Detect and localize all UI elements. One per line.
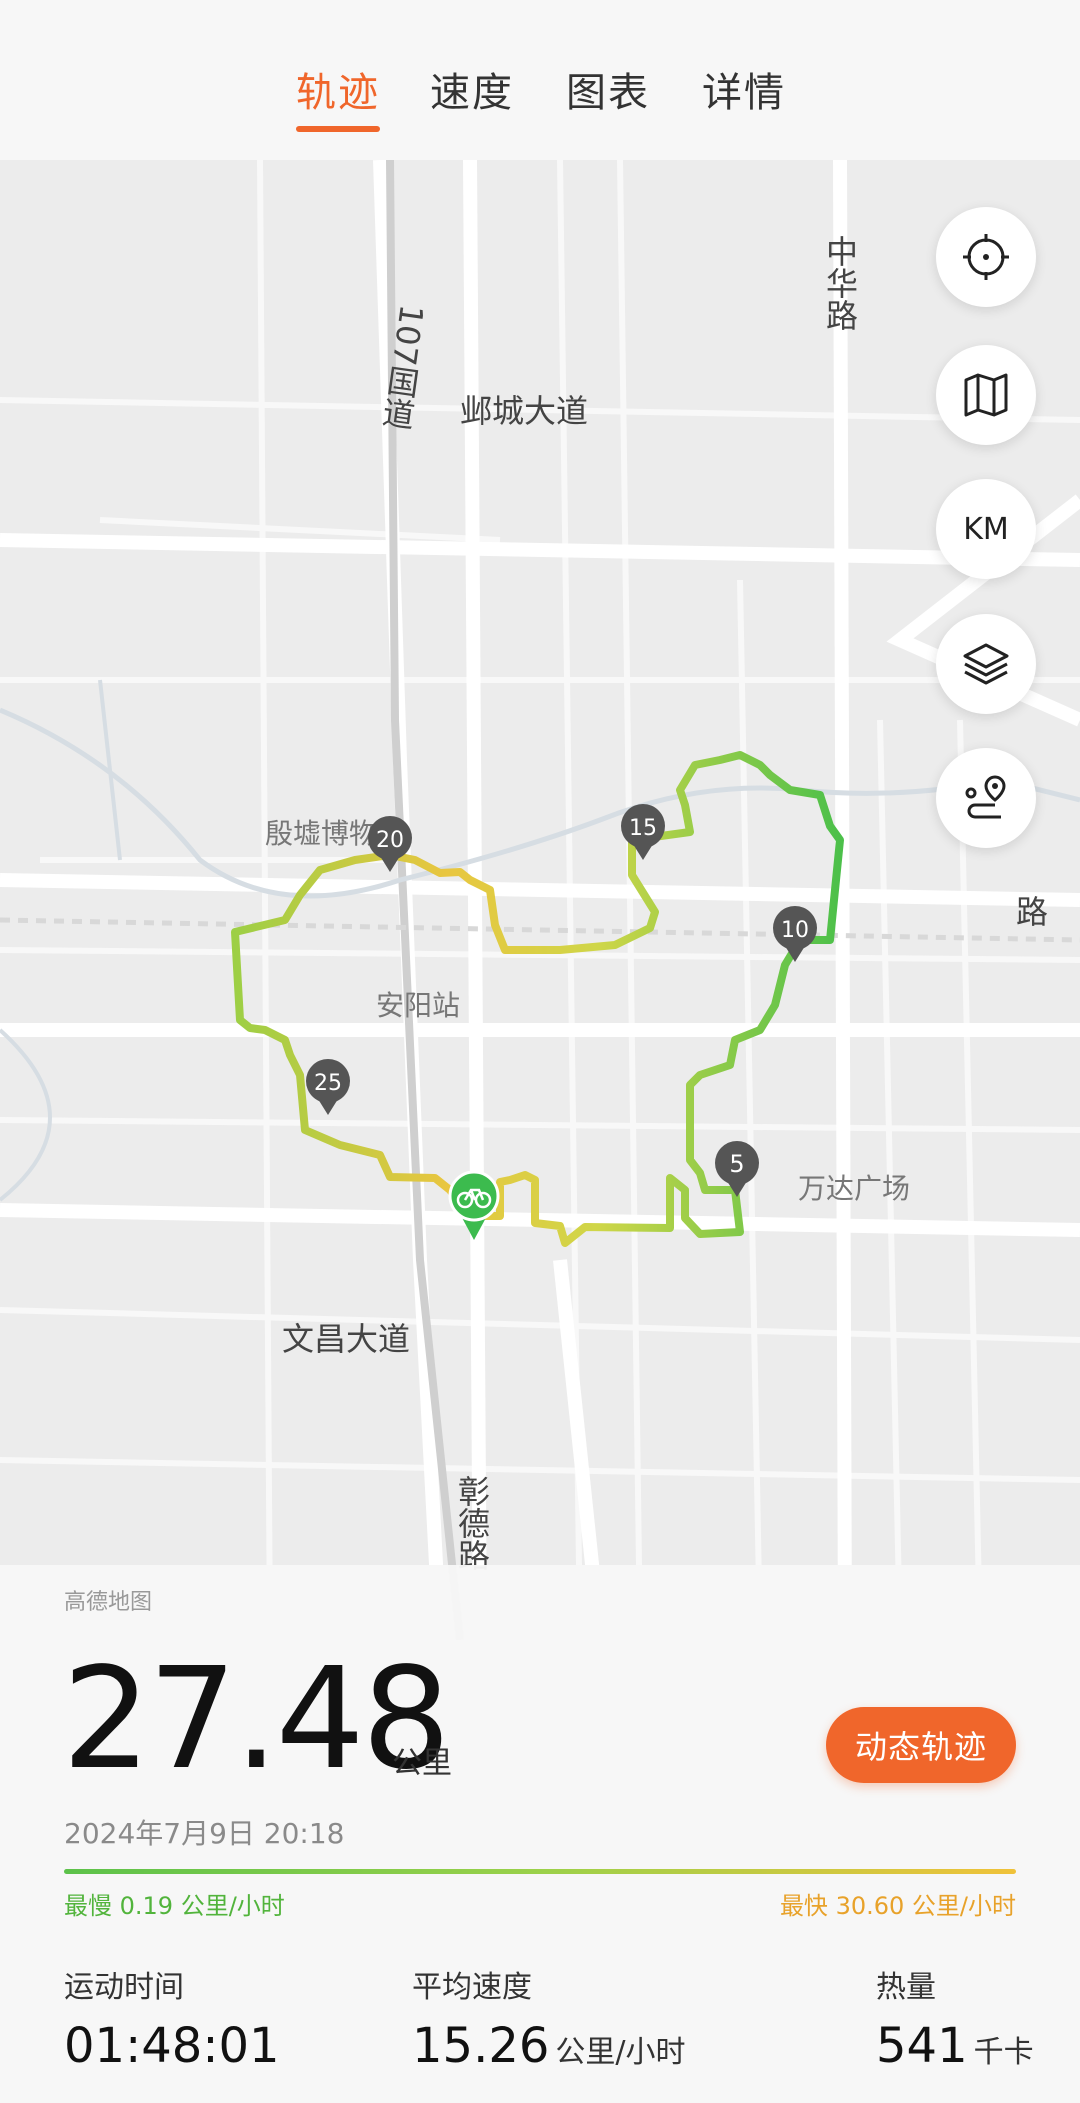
river	[0, 707, 1080, 899]
km-toggle-button[interactable]: KM	[936, 479, 1036, 579]
km-marker-label: 25	[314, 1071, 342, 1096]
avg-speed-number: 15.26	[412, 2018, 550, 2074]
road-label-wenchang: 文昌大道	[282, 1320, 410, 1358]
main-roads	[0, 160, 1080, 1640]
dynamic-track-button[interactable]: 动态轨迹	[826, 1707, 1016, 1783]
map-credit: 高德地图	[64, 1590, 153, 1615]
tab-bar: 轨迹 速度 图表 详情	[0, 0, 1080, 160]
calories-number: 541	[876, 2018, 968, 2074]
distance-unit: 公里	[392, 1746, 452, 1781]
locate-button[interactable]	[936, 207, 1036, 307]
map-icon	[964, 373, 1008, 417]
km-marker-label: 20	[376, 828, 404, 853]
map-type-button[interactable]	[936, 345, 1036, 445]
route-button[interactable]	[936, 748, 1036, 848]
workout-date: 2024年7月9日 20:18	[64, 1817, 345, 1850]
avg-speed-unit: 公里/小时	[555, 2035, 686, 2070]
calories-value: 541 千卡	[876, 2018, 1034, 2074]
active-tab-indicator	[296, 126, 380, 132]
duration-value: 01:48:01	[64, 2018, 280, 2074]
km-marker-25[interactable]: 25	[306, 1059, 350, 1115]
tab-details[interactable]: 详情	[702, 60, 786, 118]
tab-speed[interactable]: 速度	[430, 60, 514, 118]
fastest-speed: 最快 30.60 公里/小时	[779, 1892, 1016, 1920]
locate-icon	[963, 234, 1009, 280]
km-marker-label: 5	[729, 1150, 744, 1178]
road-label-yecheng: 邺城大道	[460, 392, 588, 430]
route-icon	[965, 775, 1006, 819]
slowest-speed: 最慢 0.19 公里/小时	[64, 1892, 285, 1920]
map-canvas: 107国道 邺城大道 中华路 文昌大道 彰德路 路 殷墟博物馆 安阳站 万达广场…	[0, 160, 1080, 1640]
layers-button[interactable]	[936, 614, 1036, 714]
duration-label: 运动时间	[64, 1970, 184, 2005]
avg-speed-label: 平均速度	[412, 1970, 532, 2005]
river-branch	[0, 1028, 52, 1202]
tab-chart[interactable]: 图表	[566, 60, 650, 118]
km-marker-10[interactable]: 10	[773, 906, 817, 962]
calories-label: 热量	[876, 1970, 936, 2005]
bike-icon[interactable]	[448, 1170, 500, 1240]
duration-number: 01:48:01	[64, 2018, 280, 2074]
road-label-right: 路	[1011, 895, 1049, 927]
place-label-station: 安阳站	[376, 989, 460, 1022]
layers-icon	[963, 643, 1009, 685]
tab-track[interactable]: 轨迹	[296, 60, 380, 118]
km-marker-label: 15	[629, 816, 657, 841]
avg-speed-value: 15.26 公里/小时	[412, 2018, 686, 2074]
calories-unit: 千卡	[973, 2035, 1034, 2070]
distance-value: 27.48	[62, 1638, 451, 1801]
road-label-zhonghua: 中华路	[821, 235, 859, 331]
km-marker-label: 10	[781, 918, 809, 943]
map-view[interactable]: 107国道 邺城大道 中华路 文昌大道 彰德路 路 殷墟博物馆 安阳站 万达广场…	[0, 160, 1080, 1640]
place-label-wanda: 万达广场	[798, 1172, 910, 1205]
km-label: KM	[963, 511, 1009, 547]
road-label-zhangde: 彰德路	[453, 1475, 491, 1571]
speed-gradient-bar	[64, 1869, 1016, 1874]
